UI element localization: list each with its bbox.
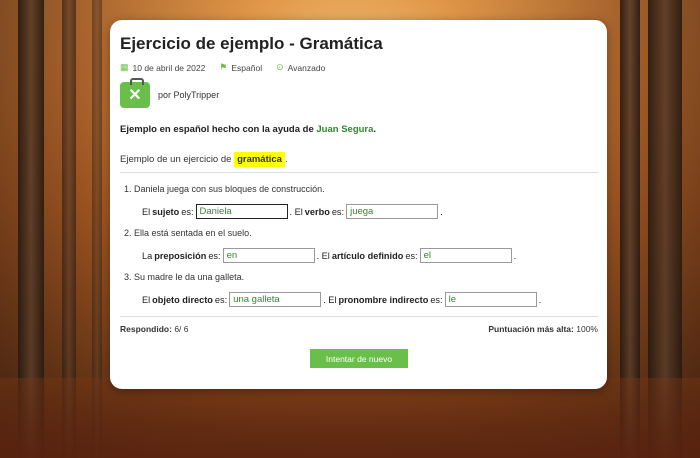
score-footer: Respondido: 6/ 6 Puntuación más alta: 10… [120,316,598,334]
answer-term: artículo definido [331,250,404,261]
language: Español [231,62,263,73]
score-label: Puntuación más alta: [488,324,574,334]
question-sentence: Daniela juega con sus bloques de constru… [134,184,325,194]
answer-input[interactable] [222,248,315,263]
answer-text: . El [323,294,337,305]
answer-text: . [513,250,517,261]
answered-count: Respondido: 6/ 6 [120,324,189,334]
answer-text: es: [430,294,443,305]
answer-text: La [142,250,153,261]
question-sentence: Ella está sentada en el suelo. [134,228,252,238]
answer-row: El sujeto es: . El verbo es: . [142,204,598,219]
date: 10 de abril de 2022 [132,62,206,73]
answered-label: Respondido: [120,324,172,334]
question-item: Daniela juega con sus bloques de constru… [134,184,598,219]
answer-input[interactable] [444,292,537,307]
page-title: Ejercicio de ejemplo - Gramática [120,34,383,53]
question-sentence: Su madre le da una galleta. [134,272,245,282]
forest-floor [0,378,700,458]
divider [120,172,598,173]
answer-text: . El [316,250,330,261]
answer-term: sujeto [152,206,180,217]
retry-button[interactable]: Intentar de nuevo [310,349,408,368]
question-list: Daniela juega con sus bloques de constru… [120,184,598,307]
answer-text: . [440,206,443,217]
answer-text: es: [405,250,418,261]
calendar-icon: ▦ [120,62,129,72]
answer-input[interactable] [346,204,439,219]
answer-text: es: [181,206,194,217]
answer-input[interactable] [229,292,322,307]
answer-term: verbo [304,206,330,217]
example-prefix: Ejemplo de un ejercicio de [120,154,235,165]
level-icon: ⊙ [276,62,284,72]
answer-row: El objeto directo es: . El pronombre ind… [142,292,598,307]
level: Avanzado [287,62,326,73]
answer-text: es: [208,250,221,261]
score-value: 100% [576,324,598,334]
meta-row: ▦ 10 de abril de 2022 ⚑ Español ⊙ Avanza… [120,62,598,73]
answer-input[interactable] [195,204,288,219]
exercise-card: Ejercicio de ejemplo - Gramática ▦ 10 de… [110,20,607,389]
example-suffix: . [284,154,288,165]
author-label: por PolyTripper [158,90,220,100]
answer-text: El [142,206,151,217]
question-item: Ella está sentada en el suelo. La prepos… [134,228,598,263]
answer-term: objeto directo [152,294,213,305]
intro-end: . [373,124,377,135]
example-text: Ejemplo de un ejercicio de gramática. [120,152,598,167]
answer-input[interactable] [419,248,512,263]
language-icon: ⚑ [219,62,228,72]
high-score: Puntuación más alta: 100% [488,324,598,334]
polytripper-logo-icon[interactable]: ✕ [120,78,150,108]
answer-text: es: [214,294,228,305]
answered-value: 6/ 6 [174,324,189,334]
answer-term: preposición [154,250,207,261]
question-item: Su madre le da una galleta. El objeto di… [134,272,598,307]
intro-prefix: Ejemplo en español hecho con la ayuda de [120,124,317,135]
author-link[interactable]: Juan Segura [316,124,373,135]
answer-text: . El [289,206,303,217]
answer-text: es: [331,206,345,217]
answer-row: La preposición es: . El artículo definid… [142,248,598,263]
answer-text: . [538,294,542,305]
author-row: ✕ por PolyTripper [120,78,598,108]
answer-text: El [142,294,151,305]
answer-term: pronombre indirecto [338,294,429,305]
intro-text: Ejemplo en español hecho con la ayuda de… [120,124,598,135]
highlighted-word: gramática [234,152,285,167]
